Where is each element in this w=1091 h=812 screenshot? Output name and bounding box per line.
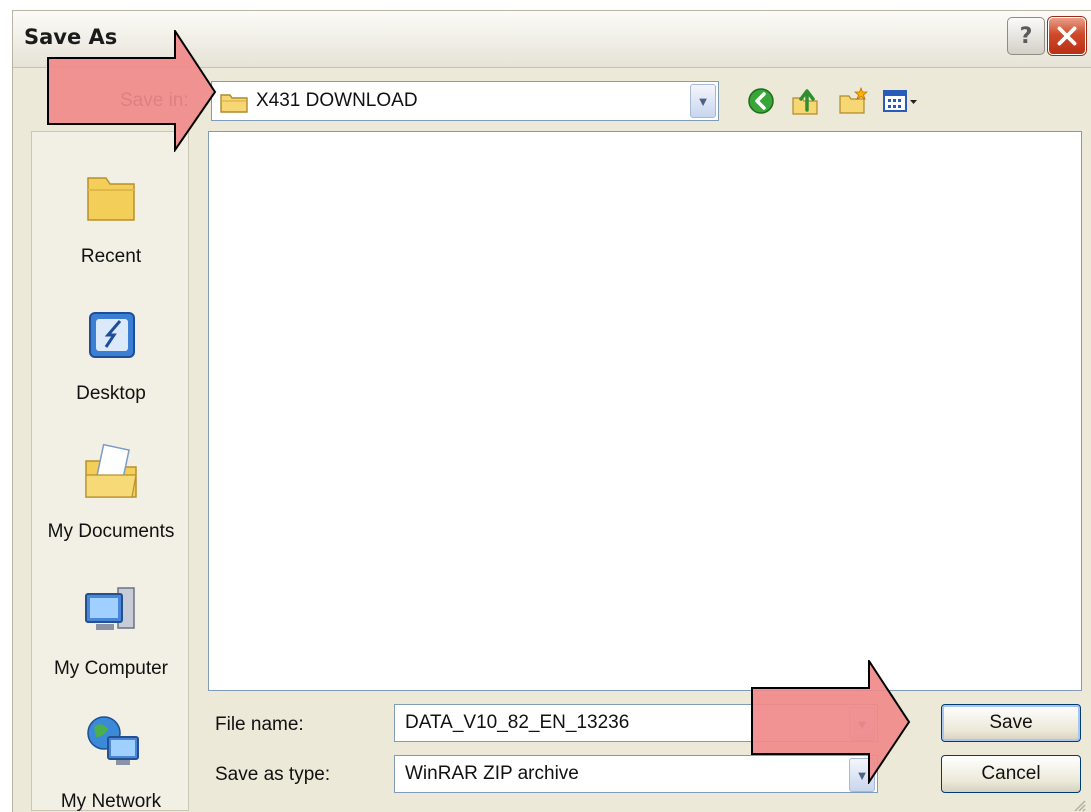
places-item-my-documents[interactable]: My Documents: [32, 437, 190, 567]
save-button[interactable]: Save: [941, 704, 1081, 742]
file-name-dropdown-button[interactable]: ▼: [849, 707, 875, 741]
save-in-value: X431 DOWNLOAD: [256, 90, 418, 111]
save-in-label: Save in:: [120, 90, 189, 111]
chevron-down-icon: ▼: [696, 93, 710, 109]
help-button[interactable]: ?: [1007, 17, 1045, 55]
resize-grip-icon[interactable]: [1073, 799, 1087, 811]
places-item-recent[interactable]: Recent: [32, 162, 190, 292]
my-documents-icon: [85, 443, 137, 498]
save-as-type-select[interactable]: WinRAR ZIP archive ▼: [394, 755, 878, 793]
folder-icon: [220, 94, 248, 113]
file-list[interactable]: [208, 131, 1082, 691]
help-icon: ?: [1019, 23, 1033, 49]
save-as-dialog: Save As ? Save in: X431 DOWNLOAD ▼ Recen…: [12, 10, 1091, 812]
places-item-desktop[interactable]: Desktop: [32, 299, 190, 429]
save-as-type-value: WinRAR ZIP archive: [405, 763, 579, 784]
new-folder-icon[interactable]: [838, 86, 868, 116]
places-item-my-computer[interactable]: My Computer: [32, 574, 190, 704]
save-in-dropdown-button[interactable]: ▼: [690, 84, 716, 118]
places-item-my-network[interactable]: My Network: [32, 707, 190, 812]
close-button[interactable]: [1048, 17, 1086, 55]
chevron-down-icon: ▼: [855, 767, 869, 783]
file-name-label: File name:: [215, 714, 304, 735]
places-bar: Recent Desktop My Documents My Computer …: [31, 131, 190, 812]
file-name-value: DATA_V10_82_EN_13236: [405, 712, 630, 733]
places-item-label: My Network: [60, 791, 162, 812]
title-bar: Save As ?: [13, 11, 1091, 68]
up-one-level-icon[interactable]: [790, 86, 820, 116]
save-as-type-dropdown-button[interactable]: ▼: [849, 758, 875, 792]
back-icon[interactable]: [746, 86, 776, 116]
recent-folder-icon: [87, 177, 135, 221]
save-as-type-label: Save as type:: [215, 764, 331, 785]
my-network-icon: [87, 716, 139, 765]
file-name-input[interactable]: DATA_V10_82_EN_13236 ▼: [394, 704, 878, 742]
places-item-label: My Computer: [53, 658, 169, 679]
dialog-title: Save As: [24, 25, 118, 49]
places-item-label: Desktop: [76, 383, 146, 404]
save-in-combobox[interactable]: X431 DOWNLOAD ▼: [211, 81, 719, 121]
places-item-label: Recent: [80, 246, 142, 267]
views-menu-icon[interactable]: [882, 86, 922, 116]
my-computer-icon: [85, 587, 135, 630]
cancel-button[interactable]: Cancel: [941, 755, 1081, 793]
desktop-icon: [89, 312, 135, 358]
places-item-label: My Documents: [47, 521, 175, 542]
chevron-down-icon: ▼: [855, 716, 869, 732]
close-icon: [1057, 26, 1077, 46]
